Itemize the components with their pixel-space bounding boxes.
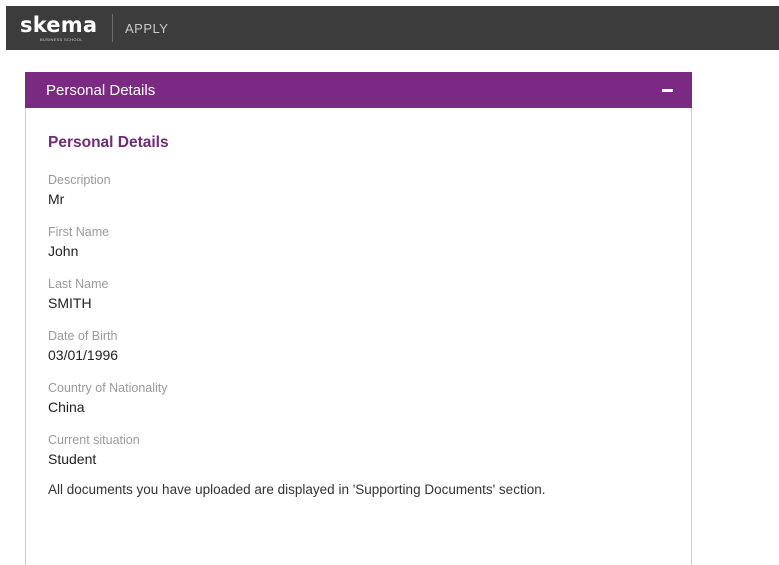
field-value: China [48,399,85,415]
field-value: John [48,243,79,259]
field-country-of-nationality: Country of Nationality China [48,381,678,416]
field-first-name: First Name John [48,225,678,260]
field-current-situation: Current situation Student [48,433,678,468]
panel-body: Personal Details Description Mr First Na… [48,134,678,499]
field-value: Student [48,451,97,467]
field-value: Mr [48,191,65,207]
panel-title: Personal Details [46,81,156,99]
apply-nav-link[interactable]: APPLY [125,21,168,36]
collapse-button[interactable] [658,81,676,99]
field-label: Current situation [48,433,140,447]
skema-logo[interactable]: skema BUSINESS SCHOOL [20,10,106,46]
field-last-name: Last Name SMITH [48,277,678,312]
logo-wordmark: skema [20,13,98,37]
logo-tagline: BUSINESS SCHOOL [40,37,83,42]
personal-details-panel: Personal Details Personal Details Descri… [25,72,692,565]
supporting-documents-note: All documents you have uploaded are disp… [48,482,546,497]
field-value: 03/01/1996 [48,347,119,363]
field-label: Last Name [48,277,109,291]
header-divider [112,14,113,42]
field-label: First Name [48,225,110,239]
minus-icon [661,88,673,92]
field-label: Date of Birth [48,329,118,343]
field-date-of-birth: Date of Birth 03/01/1996 [48,329,678,364]
top-navigation-bar: skema BUSINESS SCHOOL APPLY [6,6,779,50]
field-description: Description Mr [48,173,678,208]
field-label: Country of Nationality [48,381,168,395]
field-value: SMITH [48,295,92,311]
section-heading: Personal Details [48,134,169,151]
field-label: Description [48,173,111,187]
panel-header[interactable]: Personal Details [25,72,692,108]
